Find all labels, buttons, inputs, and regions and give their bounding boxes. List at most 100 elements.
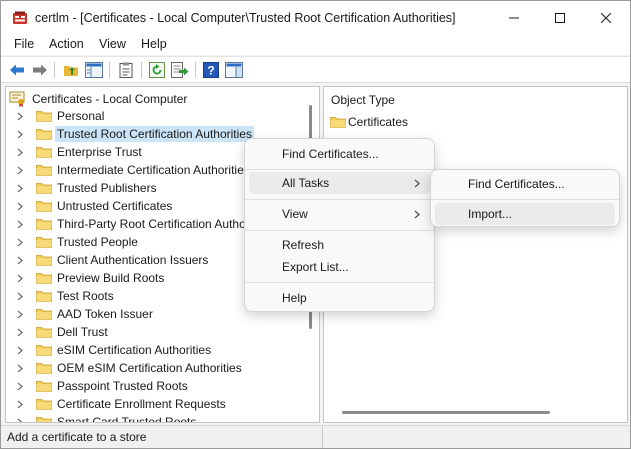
expand-chevron[interactable] xyxy=(14,179,26,197)
menu-separator xyxy=(245,230,434,231)
tree-item[interactable]: Client Authentication Issuers xyxy=(14,251,210,269)
tree-item-label: Dell Trust xyxy=(57,325,108,339)
expand-chevron[interactable] xyxy=(14,413,26,422)
menu-separator xyxy=(245,282,434,283)
expand-chevron[interactable] xyxy=(14,233,26,251)
expand-chevron[interactable] xyxy=(14,107,26,125)
tree-item[interactable]: AAD Token Issuer xyxy=(14,305,155,323)
tree-item[interactable]: Smart Card Trusted Roots xyxy=(14,413,198,422)
tree-item[interactable]: Trusted Root Certification Authorities xyxy=(14,125,254,143)
tree-item-label: AAD Token Issuer xyxy=(57,307,153,321)
refresh-button[interactable] xyxy=(148,61,166,79)
context-menu: Find Certificates... All Tasks View Refr… xyxy=(244,138,435,312)
menu-file[interactable]: File xyxy=(14,37,34,51)
folder-icon xyxy=(36,381,52,392)
tree-item[interactable]: Enterprise Trust xyxy=(14,143,144,161)
show-hide-console-tree-button[interactable] xyxy=(85,61,103,79)
tree-item-label: Untrusted Certificates xyxy=(57,199,173,213)
expand-chevron[interactable] xyxy=(14,305,26,323)
action-pane-icon xyxy=(225,62,243,78)
expand-chevron[interactable] xyxy=(14,197,26,215)
chevron-right-icon xyxy=(17,184,23,192)
tree-item[interactable]: eSIM Certification Authorities xyxy=(14,341,213,359)
tree-item-label: Enterprise Trust xyxy=(57,145,142,159)
chevron-right-icon xyxy=(414,210,420,219)
expand-chevron[interactable] xyxy=(14,143,26,161)
menu-separator xyxy=(245,169,434,170)
help-button[interactable]: ? xyxy=(202,61,220,79)
refresh-icon xyxy=(149,62,165,78)
column-header-object-type[interactable]: Object Type xyxy=(331,93,395,107)
menu-view[interactable]: View xyxy=(99,37,126,51)
expand-chevron[interactable] xyxy=(14,395,26,413)
details-row-certificates[interactable]: Certificates xyxy=(330,114,408,130)
expand-chevron[interactable] xyxy=(14,269,26,287)
chevron-right-icon xyxy=(17,202,23,210)
close-button[interactable] xyxy=(583,1,629,35)
ctx-refresh[interactable]: Refresh xyxy=(249,234,430,256)
tree-item[interactable]: Personal xyxy=(14,107,106,125)
expand-chevron[interactable] xyxy=(14,323,26,341)
forward-button[interactable] xyxy=(31,61,49,79)
properties-button[interactable] xyxy=(117,61,135,79)
tree-item[interactable]: Preview Build Roots xyxy=(14,269,166,287)
ctx-help[interactable]: Help xyxy=(249,287,430,309)
expand-chevron[interactable] xyxy=(14,287,26,305)
maximize-button[interactable] xyxy=(537,1,583,35)
ctx-all-tasks[interactable]: All Tasks xyxy=(249,172,430,194)
export-list-button[interactable] xyxy=(171,61,189,79)
minimize-icon xyxy=(509,17,519,19)
title-bar: certlm - [Certificates - Local Computer\… xyxy=(1,1,630,35)
submenu-import[interactable]: Import... xyxy=(435,203,615,225)
chevron-right-icon xyxy=(17,166,23,174)
svg-text:?: ? xyxy=(207,64,214,78)
menu-separator xyxy=(431,199,619,200)
tree-item[interactable]: Test Roots xyxy=(14,287,116,305)
show-hide-action-pane-button[interactable] xyxy=(225,61,243,79)
expand-chevron[interactable] xyxy=(14,359,26,377)
up-folder-icon xyxy=(64,66,78,76)
forward-arrow-icon xyxy=(33,64,47,76)
show-hide-tree-icon xyxy=(85,62,103,78)
tree-item[interactable]: Third-Party Root Certification Authoriti… xyxy=(14,215,273,233)
expand-chevron[interactable] xyxy=(14,215,26,233)
tree-item[interactable]: Dell Trust xyxy=(14,323,110,341)
chevron-right-icon xyxy=(17,112,23,120)
tree-item[interactable]: Trusted People xyxy=(14,233,140,251)
details-horizontal-scrollbar[interactable] xyxy=(342,411,550,414)
toolbar: ? xyxy=(1,56,630,83)
tree-item[interactable]: Certificate Enrollment Requests xyxy=(14,395,228,413)
certificates-snapin-icon xyxy=(9,91,25,107)
menu-action[interactable]: Action xyxy=(49,37,84,51)
ctx-export-list[interactable]: Export List... xyxy=(249,256,430,278)
up-one-level-button[interactable] xyxy=(62,61,80,79)
submenu-import-label: Import... xyxy=(468,207,513,221)
tree-item[interactable]: OEM eSIM Certification Authorities xyxy=(14,359,244,377)
back-button[interactable] xyxy=(8,61,26,79)
tree-item-label: Passpoint Trusted Roots xyxy=(57,379,188,393)
expand-chevron[interactable] xyxy=(14,377,26,395)
chevron-right-icon xyxy=(17,382,23,390)
menu-help[interactable]: Help xyxy=(141,37,167,51)
tree-item[interactable]: Intermediate Certification Authorities xyxy=(14,161,252,179)
status-bar: Add a certificate to a store xyxy=(1,425,630,448)
tree-item[interactable]: Trusted Publishers xyxy=(14,179,159,197)
submenu-find-certificates[interactable]: Find Certificates... xyxy=(435,173,615,195)
tree-item-label: Third-Party Root Certification Authoriti… xyxy=(57,217,272,231)
ctx-find-certificates[interactable]: Find Certificates... xyxy=(249,143,430,165)
expand-chevron[interactable] xyxy=(14,341,26,359)
expand-chevron[interactable] xyxy=(14,251,26,269)
folder-icon xyxy=(36,291,52,302)
back-arrow-icon xyxy=(10,64,24,76)
tree-item[interactable]: Passpoint Trusted Roots xyxy=(14,377,190,395)
minimize-button[interactable] xyxy=(491,1,537,35)
toolbar-separator xyxy=(141,62,142,78)
expand-chevron[interactable] xyxy=(14,125,26,143)
close-icon xyxy=(601,13,611,23)
expand-chevron[interactable] xyxy=(14,161,26,179)
folder-icon xyxy=(36,219,52,230)
tree-root-item[interactable]: Certificates - Local Computer xyxy=(9,90,187,108)
tree-item-label: Trusted Publishers xyxy=(57,181,157,195)
ctx-view[interactable]: View xyxy=(249,203,430,225)
tree-item[interactable]: Untrusted Certificates xyxy=(14,197,174,215)
